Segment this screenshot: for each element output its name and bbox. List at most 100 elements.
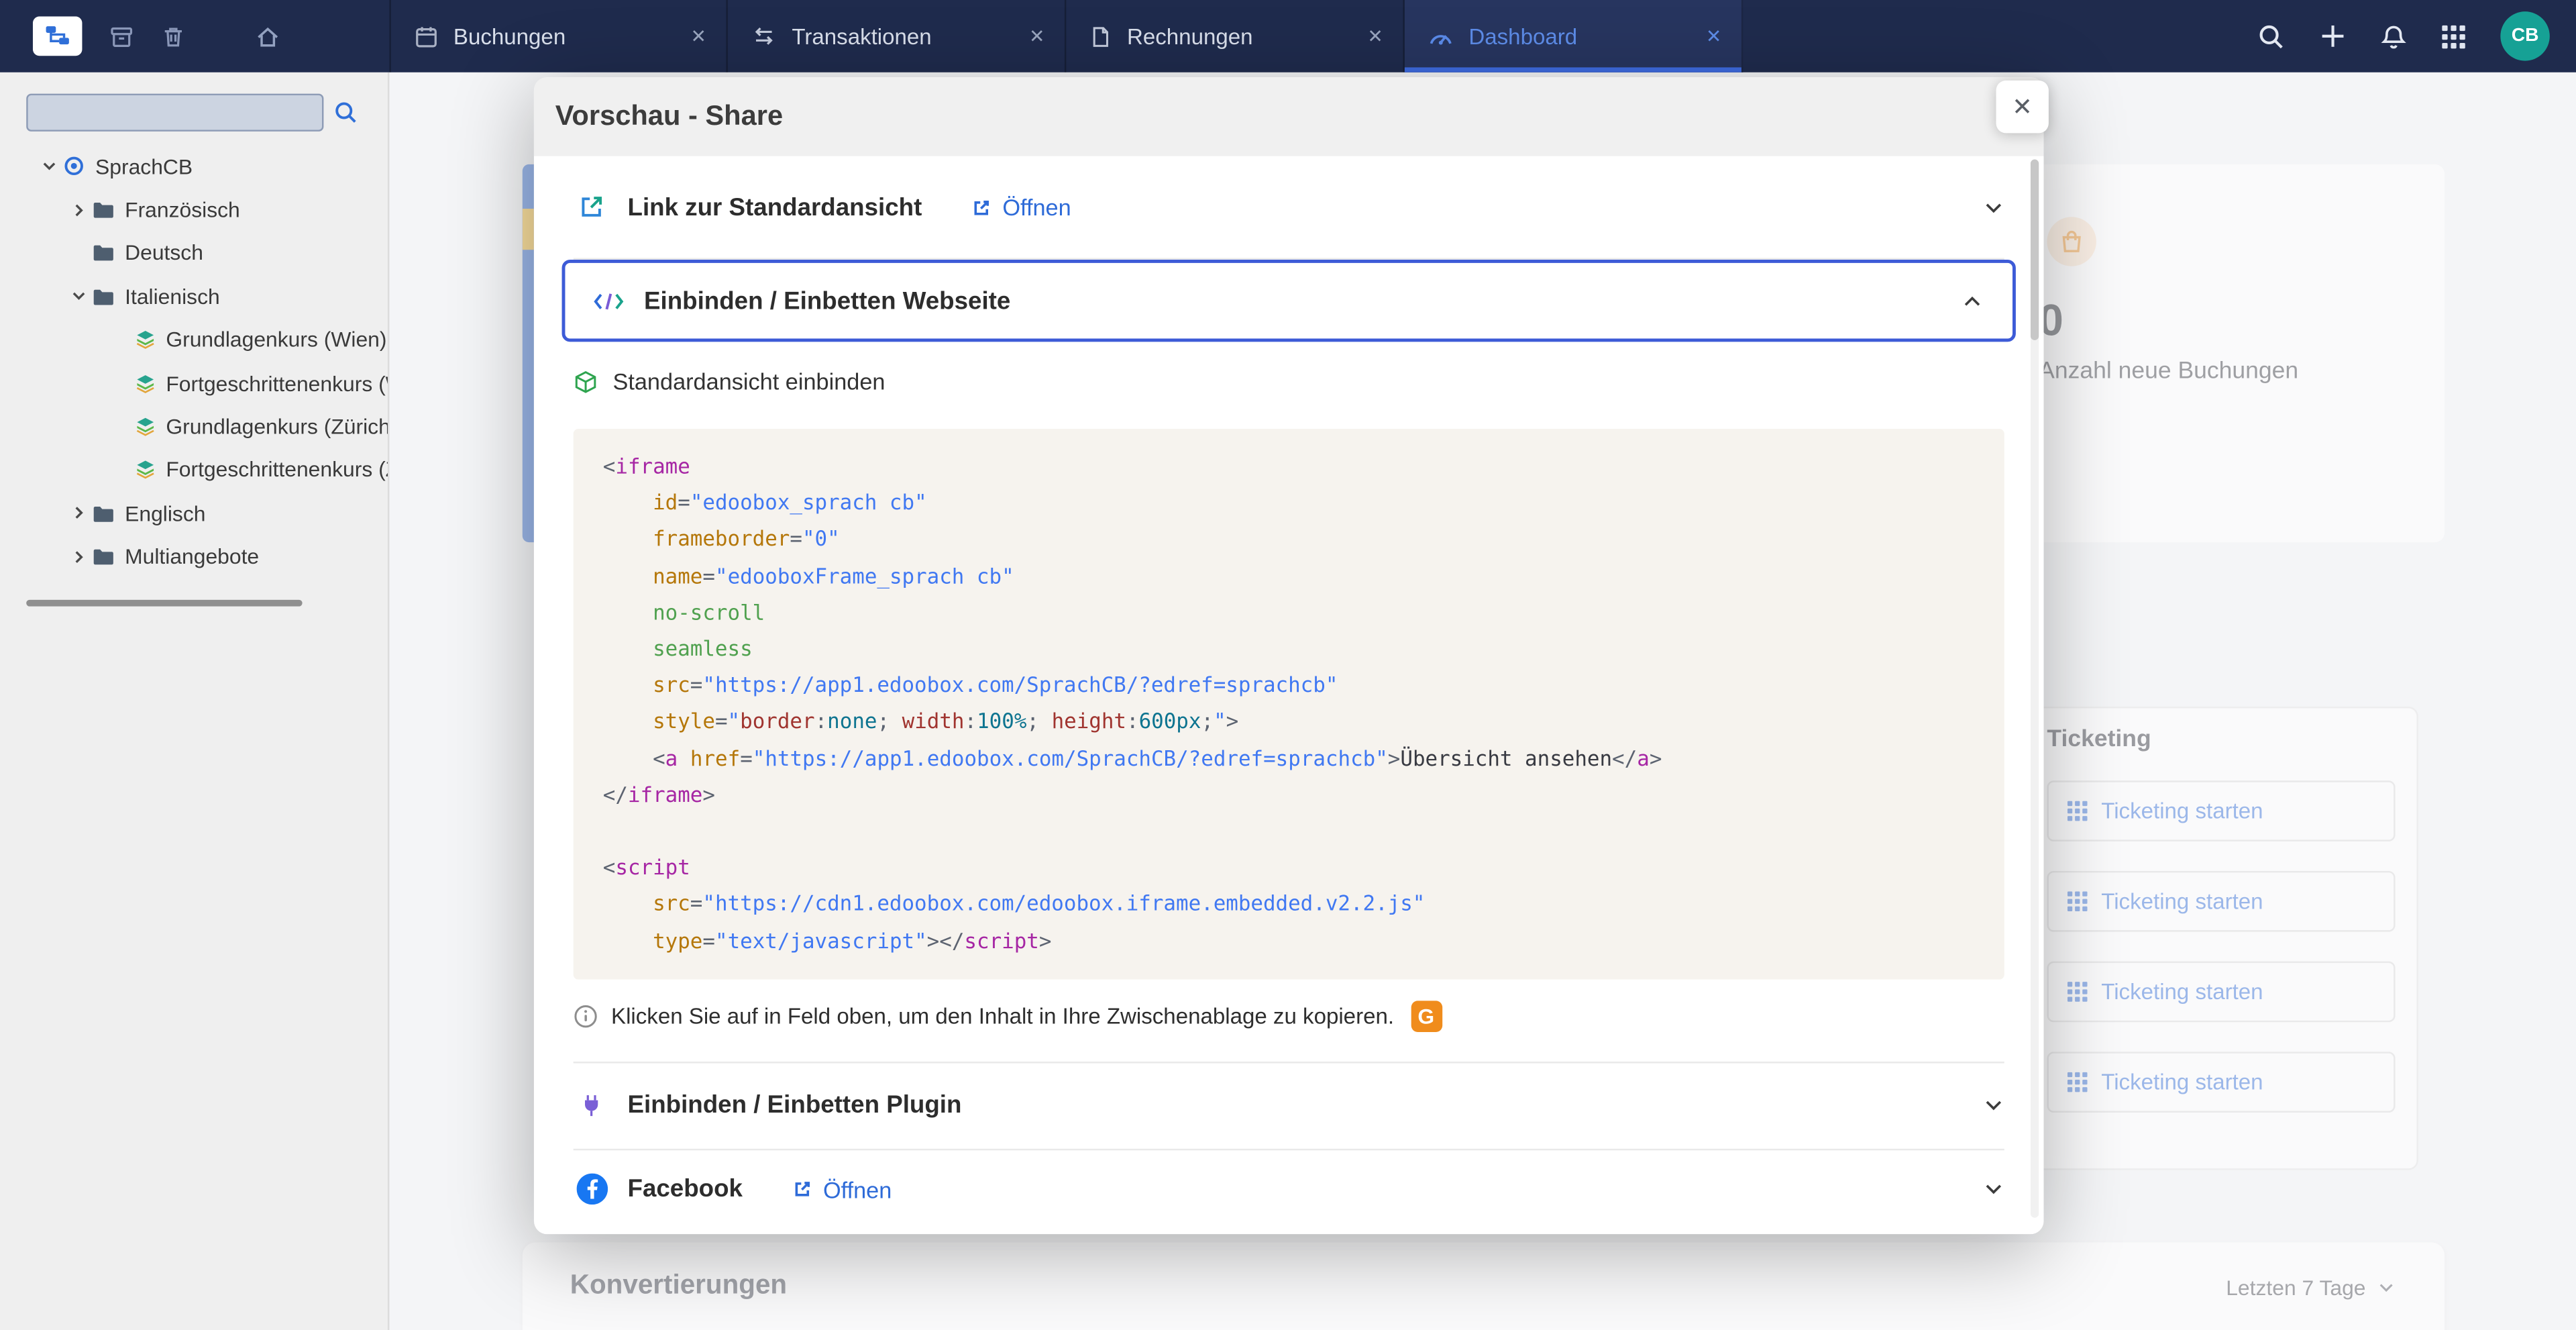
plug-icon [574,1092,610,1119]
embed-hint-row: Klicken Sie auf in Feld oben, um den Inh… [574,1001,2004,1032]
accordion-facebook-row[interactable]: Facebook Öffnen [574,1150,2004,1229]
tree-item-label: Fortgeschrittenenkurs (Wien) [166,371,388,396]
home-icon[interactable] [255,24,281,49]
open-link-label: Öffnen [823,1176,892,1203]
close-icon[interactable]: ✕ [1996,81,2049,133]
chevron-down-icon[interactable] [1983,197,2004,218]
accordion-link-label: Link zur Standardansicht [628,193,922,221]
tab-strip: Buchungen✕Transaktionen✕Rechnungen✕Dashb… [389,0,1743,72]
add-icon[interactable] [2320,23,2346,49]
tab-transaktionen[interactable]: Transaktionen ✕ [728,0,1066,72]
tree-item-label: SprachCB [95,154,193,178]
course-tree: SprachCB Französisch Deutsch Italienisch Gru… [0,145,388,578]
modal-scrollbar-thumb[interactable] [2031,160,2039,340]
code-line: style="border:none; width:100%; height:6… [603,704,1975,740]
folder-icon [92,503,115,524]
tab-dashboard[interactable]: Dashboard ✕ [1405,0,1743,72]
tree-item-englisch[interactable]: Englisch [0,492,388,535]
sidebar-search-input[interactable] [26,94,323,132]
tab-close-icon[interactable]: ✕ [1367,25,1383,48]
accordion-facebook-label: Facebook [628,1176,743,1204]
share-preview-modal: Vorschau - Share ✕ Link zur Standardansi… [534,77,2044,1234]
course-icon [135,329,156,350]
accordion-plugin-row[interactable]: Einbinden / Einbetten Plugin [574,1063,2004,1150]
external-link-icon [971,197,993,218]
search-icon[interactable] [2257,22,2286,50]
tree-item-multiangebote[interactable]: Multiangebote [0,535,388,578]
modal-body: Link zur Standardansicht Öffnen Einbinde… [534,156,2044,1229]
open-default-view-link[interactable]: Öffnen [971,194,1071,220]
tree-item-label: Multiangebote [125,544,259,569]
chevron-up-icon[interactable] [1962,290,1983,311]
modal-header: Vorschau - Share [534,77,2044,156]
code-line: frameborder="0" [603,521,1975,558]
cube-icon [574,369,598,394]
info-icon [574,1004,598,1029]
tab-label: Dashboard [1468,24,1577,49]
archive-icon[interactable] [109,24,135,49]
tree-item-sprachcb[interactable]: SprachCB [0,145,388,189]
tree-item-franz-sisch[interactable]: Französisch [0,188,388,232]
trash-icon[interactable] [161,24,186,49]
chevron-right-icon[interactable] [66,505,92,521]
chevron-right-icon[interactable] [66,201,92,217]
chevron-down-icon[interactable] [1983,1095,2004,1117]
chevron-down-icon[interactable] [66,288,92,304]
transactions-icon [751,25,777,48]
course-icon [135,416,156,438]
tree-item-label: Englisch [125,501,205,525]
tab-rechnungen[interactable]: Rechnungen✕ [1066,0,1404,72]
chevron-right-icon[interactable] [66,548,92,564]
chevron-down-icon[interactable] [1983,1179,2004,1200]
code-icon [590,289,626,313]
tree-item-label: Französisch [125,197,240,222]
code-line: no-scroll [603,595,1975,631]
tab-buchungen[interactable]: Buchungen ✕ [389,0,727,72]
search-icon[interactable] [333,100,358,125]
navigation-icon[interactable] [33,16,82,56]
tree-item-fortgeschrittenenkurs-wien[interactable]: Fortgeschrittenenkurs (Wien) [0,362,388,405]
tree-item-deutsch[interactable]: Deutsch [0,232,388,275]
avatar[interactable]: CB [2500,11,2549,60]
tab-label: Transaktionen [792,24,931,49]
topbar-right-actions: CB [2257,0,2576,72]
apps-icon[interactable] [2441,24,2466,49]
tree-item-label: Grundlagenkurs (Zürich) [166,414,388,439]
tree-item-grundlagenkurs-wien[interactable]: Grundlagenkurs (Wien) [0,318,388,362]
tree-item-italienisch[interactable]: Italienisch [0,274,388,318]
tree-item-fortgeschrittenenkurs-z-rich[interactable]: Fortgeschrittenenkurs (Zürich) [0,448,388,492]
code-line: </iframe> [603,777,1975,813]
accordion-link-row[interactable]: Link zur Standardansicht Öffnen [574,156,2004,260]
tab-close-icon[interactable]: ✕ [690,25,706,48]
g-badge: G [1411,1001,1442,1032]
code-line: name="edooboxFrame_sprach cb" [603,558,1975,595]
modal-scrollbar[interactable] [2031,160,2039,1218]
topbar-icon-group [2257,22,2466,50]
embed-subheading: Standardansicht einbinden [612,368,885,395]
tab-close-icon[interactable]: ✕ [1029,25,1045,48]
tree-item-grundlagenkurs-z-rich[interactable]: Grundlagenkurs (Zürich) [0,405,388,448]
code-line [603,813,1975,850]
tab-close-icon[interactable]: ✕ [1706,25,1722,48]
tree-item-label: Italienisch [125,284,220,309]
facebook-icon [574,1174,610,1205]
embed-code-block[interactable]: <iframe id="edoobox_sprach cb" framebord… [574,429,2004,979]
external-link-icon [792,1179,813,1200]
embed-hint-text: Klicken Sie auf in Feld oben, um den Inh… [611,1004,1394,1029]
code-line: src="https://app1.edoobox.com/SprachCB/?… [603,668,1975,704]
code-line: src="https://cdn1.edoobox.com/edoobox.if… [603,886,1975,923]
code-line: type="text/javascript"></script> [603,923,1975,959]
course-icon [135,372,156,394]
accordion-plugin-label: Einbinden / Einbetten Plugin [628,1092,962,1120]
tree-item-label: Grundlagenkurs (Wien) [166,327,386,352]
chevron-down-icon[interactable] [36,158,62,174]
notifications-icon[interactable] [2381,22,2407,50]
course-icon [135,459,156,480]
open-facebook-link[interactable]: Öffnen [792,1176,892,1203]
topbar-left-actions [0,0,389,72]
embed-subheading-row: Standardansicht einbinden [574,368,2004,395]
folder-icon [92,286,115,307]
tab-label: Buchungen [453,24,566,49]
accordion-embed-web-row[interactable]: Einbinden / Einbetten Webseite [562,260,2016,342]
horizontal-scrollbar-thumb[interactable] [26,600,302,607]
